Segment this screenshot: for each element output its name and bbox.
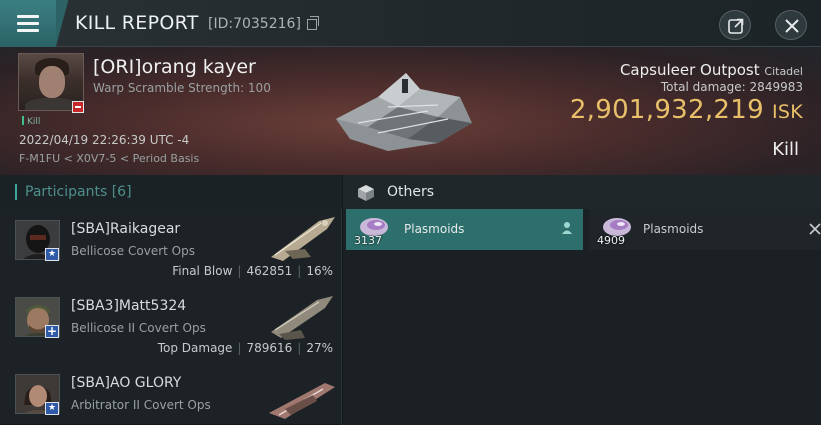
- avatar-face: [39, 66, 65, 98]
- target-type: Citadel: [764, 65, 803, 78]
- participant-ship: Bellicose Covert Ops: [71, 244, 195, 258]
- star-badge-icon: ★: [45, 248, 59, 261]
- plus-badge-icon: +: [45, 324, 59, 338]
- loot-item[interactable]: 4909 Plasmoids: [589, 209, 821, 250]
- avatar-body: [25, 98, 79, 110]
- participant-role: Final Blow: [172, 264, 233, 278]
- participant-name[interactable]: [SBA3]Matt5324: [71, 298, 186, 314]
- participant-row[interactable]: ★ [SBA]AO GLORY Arbitrator II Covert Ops: [0, 363, 341, 425]
- others-panel: Others 3137 Plasmoids 4909 Plasmoids: [343, 175, 821, 425]
- participants-label: Participants: [25, 184, 108, 200]
- isk-unit: ISK: [771, 101, 803, 123]
- kill-location: F-M1FU < X0V7-5 < Period Basis: [19, 152, 200, 165]
- title-bar: KILL REPORT [ID:7035216]: [0, 0, 821, 47]
- share-button[interactable]: [719, 10, 751, 40]
- ship-image: [269, 383, 335, 419]
- total-damage: Total damage: 2849983: [661, 80, 803, 94]
- stats-divider: |: [237, 264, 242, 278]
- menu-icon: [17, 15, 39, 18]
- participant-row[interactable]: ★ [SBA]Raikagear Bellicose Covert Ops Fi…: [0, 209, 341, 289]
- title-divider: [56, 0, 74, 47]
- menu-icon-line: [17, 22, 39, 25]
- structure-image: [336, 73, 472, 151]
- participant-name[interactable]: [SBA]Raikagear: [71, 221, 180, 237]
- participant-name[interactable]: [SBA]AO GLORY: [71, 375, 181, 391]
- target-name: Capsuleer Outpost Citadel: [620, 61, 803, 79]
- target-structure-name: Capsuleer Outpost: [619, 61, 760, 79]
- ship-image: [271, 217, 335, 261]
- person-icon[interactable]: [561, 221, 573, 235]
- stats-divider: |: [297, 264, 302, 278]
- participants-count: [6]: [111, 184, 132, 200]
- copy-icon[interactable]: [307, 16, 319, 30]
- participants-header[interactable]: Participants [6]: [0, 175, 342, 209]
- participant-row[interactable]: + [SBA3]Matt5324 Bellicose II Covert Ops…: [0, 286, 341, 366]
- item-name: Plasmoids: [404, 222, 465, 236]
- kill-datetime: 2022/04/19 22:26:39 UTC -4: [19, 133, 190, 147]
- menu-button[interactable]: [0, 0, 56, 47]
- participants-title: Participants [6]: [25, 184, 132, 200]
- ship-image: [271, 296, 333, 340]
- isk-amount: 2,901,932,219: [569, 95, 764, 125]
- item-quantity: 3137: [354, 234, 382, 247]
- close-icon[interactable]: [809, 223, 821, 235]
- item-quantity: 4909: [597, 234, 625, 247]
- report-id: [ID:7035216]: [208, 16, 301, 32]
- status-badge: [72, 101, 84, 113]
- menu-icon-line: [17, 29, 39, 32]
- window-title: KILL REPORT: [75, 12, 199, 34]
- participants-panel: Participants [6] ★ [SBA]Raikagear Bellic…: [0, 175, 342, 425]
- item-name: Plasmoids: [643, 222, 704, 236]
- total-damage-label: Total damage:: [660, 80, 746, 94]
- share-icon: [728, 18, 744, 34]
- victim-name[interactable]: [ORI]orang kayer: [93, 56, 256, 78]
- isk-value: 2,901,932,219 ISK: [570, 95, 803, 125]
- participant-damage: 462851: [246, 264, 293, 278]
- participant-damage: 789616: [246, 341, 293, 355]
- cube-icon: [358, 185, 374, 201]
- participant-percent: 16%: [306, 264, 333, 278]
- participant-role: Top Damage: [157, 341, 233, 355]
- participant-ship: Bellicose II Covert Ops: [71, 321, 206, 335]
- participant-percent: 27%: [306, 341, 333, 355]
- kill-header: Kill [ORI]orang kayer Warp Scramble Stre…: [0, 47, 821, 175]
- kill-tag: Kill: [22, 116, 40, 127]
- participant-stats: Final Blow | 462851 | 16%: [172, 264, 333, 278]
- kill-result: Kill: [772, 139, 799, 160]
- participant-stats: Top Damage | 789616 | 27%: [158, 341, 333, 355]
- loot-item[interactable]: 3137 Plasmoids: [346, 209, 583, 250]
- stats-divider: |: [237, 341, 242, 355]
- participant-ship: Arbitrator II Covert Ops: [71, 398, 211, 412]
- victim-subtitle: Warp Scramble Strength: 100: [93, 81, 271, 95]
- stats-divider: |: [297, 341, 302, 355]
- close-icon: [785, 19, 799, 33]
- close-button[interactable]: [775, 10, 807, 40]
- total-damage-value: 2849983: [749, 80, 803, 94]
- others-header: Others: [343, 175, 821, 209]
- star-badge-icon: ★: [45, 402, 59, 415]
- others-title: Others: [387, 184, 435, 200]
- header-accent: [15, 184, 17, 200]
